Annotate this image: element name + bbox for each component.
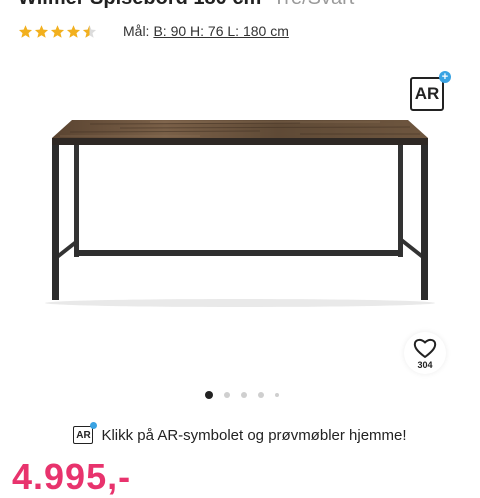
dimensions-value[interactable]: B: 90 H: 76 L: 180 cm — [153, 23, 288, 39]
favorite-count: 304 — [417, 359, 433, 370]
price: 4.995,- — [12, 456, 132, 497]
star-icon — [66, 24, 81, 38]
gallery-dot[interactable] — [275, 393, 279, 397]
gallery-dot[interactable] — [205, 391, 213, 399]
half-star-icon — [82, 24, 97, 38]
gallery-pagination — [0, 390, 480, 400]
ar-hint-text: Klikk på AR-symbolet og prøvmøbler hjemm… — [101, 426, 407, 444]
heart-icon — [413, 338, 437, 358]
product-title-row: Wilmer Spisebord 180 cm Tre/Svart — [18, 0, 354, 10]
gallery-dot[interactable] — [224, 392, 230, 398]
gallery-dot[interactable] — [241, 392, 247, 398]
ar-button[interactable]: AR — [410, 77, 444, 111]
ar-icon: AR — [73, 422, 98, 444]
gallery-dot[interactable] — [258, 392, 264, 398]
star-icon — [50, 24, 65, 38]
star-icon — [34, 24, 49, 38]
rating-row: Mål: B: 90 H: 76 L: 180 cm — [18, 20, 289, 42]
rating-stars[interactable] — [18, 24, 97, 39]
star-icon — [18, 24, 33, 38]
dimensions-label: Mål: — [123, 23, 150, 39]
dimensions: Mål: B: 90 H: 76 L: 180 cm — [123, 23, 289, 39]
ar-hint[interactable]: AR Klikk på AR-symbolet og prøvmøbler hj… — [0, 422, 480, 444]
product-image[interactable] — [0, 60, 480, 360]
favorite-button[interactable]: 304 — [404, 332, 446, 374]
plus-icon: + — [439, 71, 451, 83]
product-name: Wilmer Spisebord 180 cm — [18, 0, 261, 9]
product-variant: Tre/Svart — [273, 0, 355, 9]
